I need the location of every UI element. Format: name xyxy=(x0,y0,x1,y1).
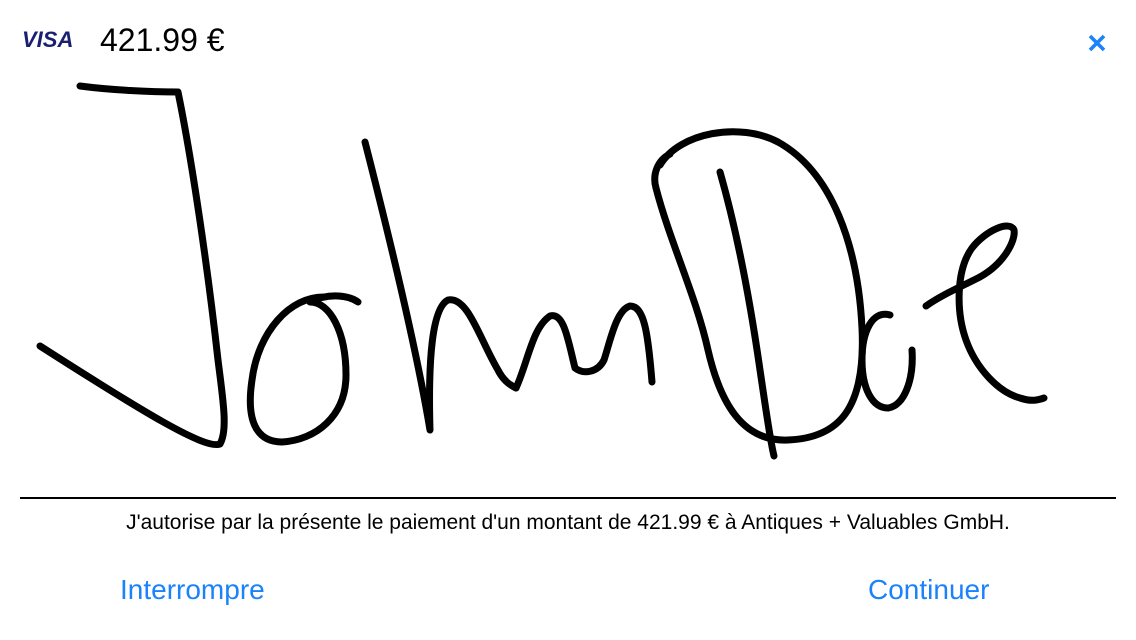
signature-stroke-e xyxy=(922,222,1048,404)
header: VISA 421.99 € xyxy=(0,0,1136,80)
close-icon xyxy=(1088,34,1106,52)
signature-stroke-j xyxy=(36,82,228,449)
signature-baseline xyxy=(20,497,1116,499)
signature-stroke-o xyxy=(246,292,362,446)
visa-logo: VISA xyxy=(22,27,74,52)
payment-amount: 421.99 € xyxy=(100,22,225,58)
signature-stroke-n xyxy=(512,302,656,392)
close-button[interactable] xyxy=(1080,26,1114,60)
signature-drawing xyxy=(36,82,1048,460)
signature-stroke-d-inner xyxy=(716,168,778,460)
signature-stroke-o2 xyxy=(858,310,916,412)
continue-button[interactable]: Continuer xyxy=(868,572,989,608)
signature-pad[interactable] xyxy=(20,70,1116,490)
authorization-text: J'autorise par la présente le paiement d… xyxy=(126,511,1010,534)
signature-stroke-h xyxy=(361,138,520,434)
signature-stroke-d-outer xyxy=(651,128,866,444)
abort-button[interactable]: Interrompre xyxy=(120,572,265,608)
